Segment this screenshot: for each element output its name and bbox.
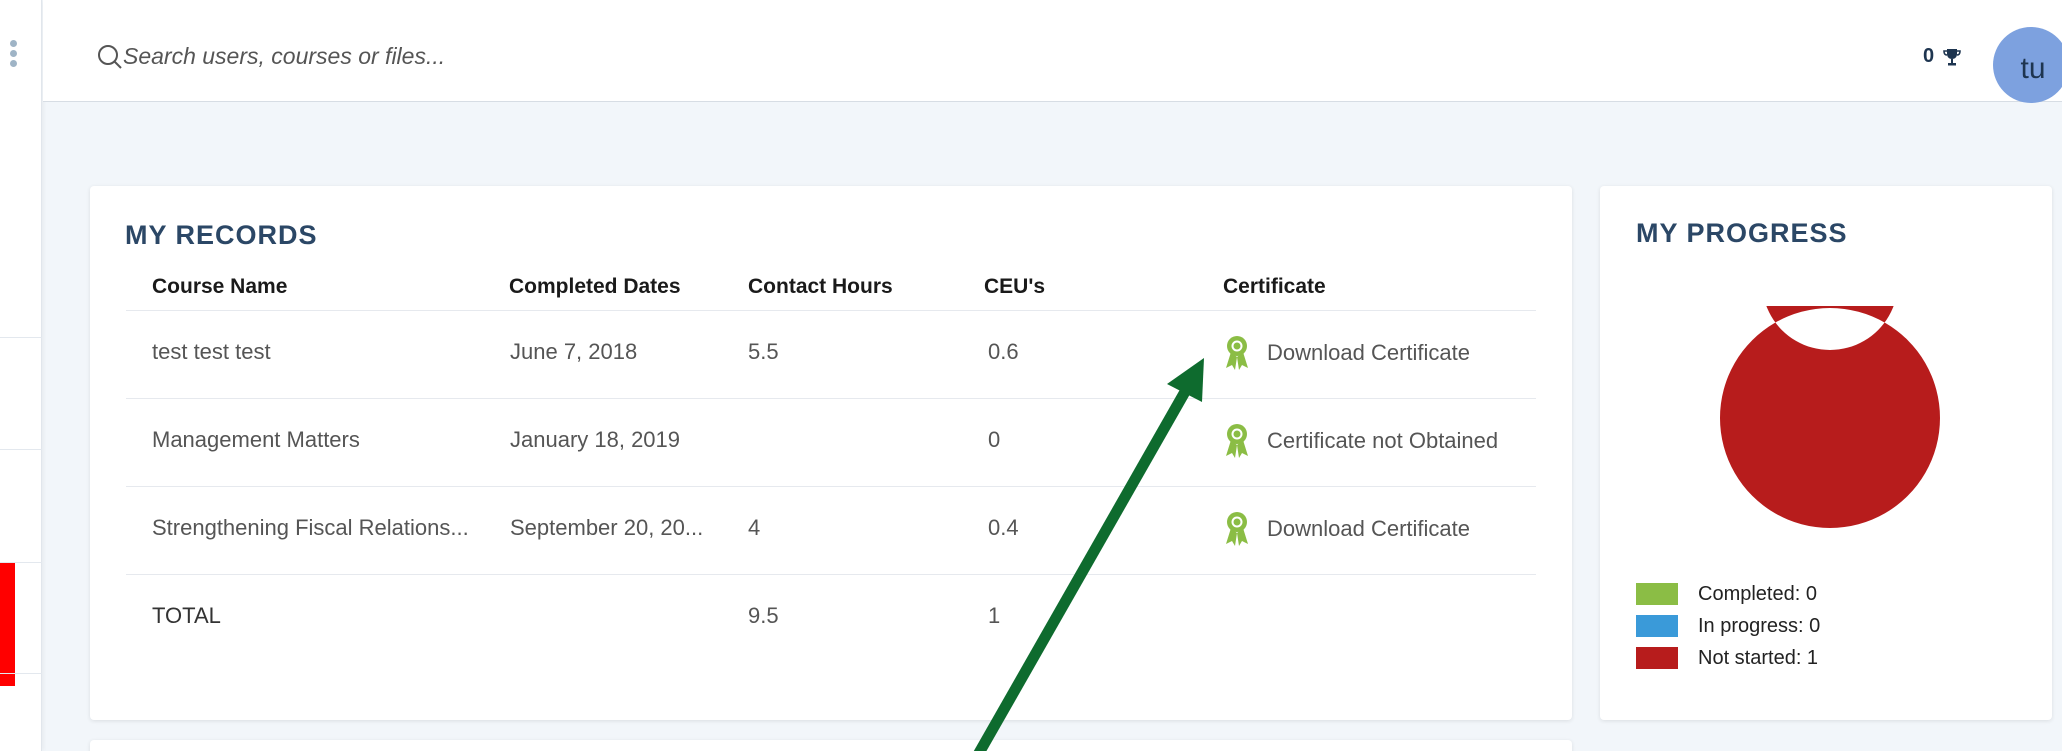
legend-swatch <box>1636 583 1678 605</box>
legend-swatch <box>1636 647 1678 669</box>
column-header: Completed Dates <box>509 275 681 298</box>
course-link[interactable]: Management Matters <box>152 427 360 453</box>
column-header: CEU's <box>984 275 1046 298</box>
more-options-icon[interactable] <box>10 40 18 70</box>
sidebar-divider <box>0 449 42 450</box>
legend-label: Completed: 0 <box>1698 582 1817 605</box>
award-ribbon-icon <box>1226 336 1248 370</box>
certificate-link[interactable]: Certificate not Obtained <box>1223 423 1498 459</box>
column-header: Certificate <box>1223 275 1326 298</box>
award-ribbon-icon <box>1226 512 1248 546</box>
points-value: 0 <box>1923 45 1935 67</box>
progress-title: MY PROGRESS <box>1636 218 1848 248</box>
sidebar <box>0 0 42 751</box>
legend-item-in-progress: In progress: 0 <box>1636 610 1820 642</box>
contact-hours: 4 <box>748 515 761 540</box>
certificate-link[interactable]: Download Certificate <box>1223 511 1470 547</box>
ceu-value: 0.4 <box>988 515 1019 540</box>
course-link[interactable]: Strengthening Fiscal Relations... <box>152 515 469 541</box>
progress-donut-chart <box>1719 306 1940 528</box>
table-header: Course Name Completed Dates Contact Hour… <box>126 265 1536 310</box>
legend-item-not-started: Not started: 1 <box>1636 642 1820 674</box>
completed-date: September 20, 20... <box>510 515 704 540</box>
legend-swatch <box>1636 615 1678 637</box>
table-row: test test test June 7, 2018 5.5 0.6 Down… <box>126 310 1536 398</box>
avatar[interactable]: tu <box>1993 27 2062 103</box>
legend-label: Not started: 1 <box>1698 646 1819 669</box>
total-ceu: 1 <box>988 603 1001 628</box>
contact-hours: 5.5 <box>748 339 779 364</box>
search-icon[interactable] <box>97 44 123 70</box>
award-ribbon-icon <box>1226 424 1248 458</box>
search-input[interactable] <box>123 38 723 74</box>
ceu-value: 0.6 <box>988 339 1019 364</box>
certificate-label: Download Certificate <box>1267 516 1470 541</box>
progress-card: MY PROGRESS Completed: 0 In progress: 0 … <box>1600 186 2052 720</box>
sidebar-active-indicator[interactable] <box>0 563 15 686</box>
completed-date: June 7, 2018 <box>510 339 638 364</box>
legend-label: In progress: 0 <box>1698 614 1821 637</box>
completed-date: January 18, 2019 <box>510 427 681 452</box>
total-label: TOTAL <box>152 603 221 628</box>
column-header: Contact Hours <box>748 275 893 298</box>
records-table: Course Name Completed Dates Contact Hour… <box>126 265 1536 662</box>
sidebar-divider <box>0 673 42 674</box>
points-display[interactable]: 0 <box>1923 45 1962 68</box>
next-card <box>90 740 1572 751</box>
ceu-value: 0 <box>988 427 1001 452</box>
certificate-link[interactable]: Download Certificate <box>1223 335 1470 371</box>
legend-item-completed: Completed: 0 <box>1636 578 1820 610</box>
progress-legend: Completed: 0 In progress: 0 Not started:… <box>1636 578 1820 674</box>
table-row: Management Matters January 18, 2019 0 Ce… <box>126 398 1536 486</box>
table-row: Strengthening Fiscal Relations... Septem… <box>126 486 1536 574</box>
records-title: MY RECORDS <box>125 220 318 250</box>
certificate-label: Certificate not Obtained <box>1267 428 1499 453</box>
column-header: Course Name <box>152 275 288 298</box>
top-bar: 0 tu <box>43 0 2062 103</box>
trophy-icon <box>1943 48 1961 65</box>
records-card: MY RECORDS Course Name Completed Dates C… <box>90 186 1572 720</box>
total-contact-hours: 9.5 <box>748 603 779 628</box>
certificate-label: Download Certificate <box>1267 340 1470 365</box>
course-link[interactable]: test test test <box>152 339 271 365</box>
sidebar-divider <box>0 337 42 338</box>
table-total-row: TOTAL 9.5 1 <box>126 574 1536 662</box>
